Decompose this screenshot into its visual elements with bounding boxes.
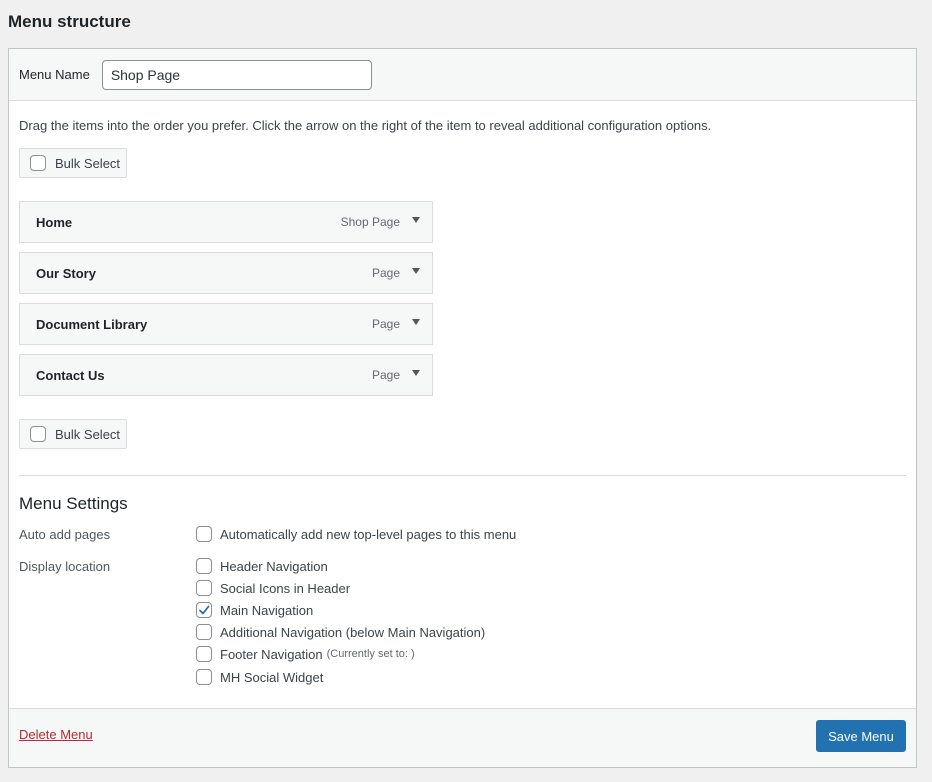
location-mh-social-widget[interactable]: MH Social Widget bbox=[196, 669, 323, 685]
location-note: (Currently set to: ) bbox=[326, 648, 415, 660]
location-main-navigation[interactable]: Main Navigation bbox=[196, 602, 313, 618]
expand-arrow-icon[interactable] bbox=[412, 319, 420, 325]
menu-item-type: Page bbox=[371, 317, 400, 331]
menu-item-type: Shop Page bbox=[340, 215, 400, 229]
checkmark-icon bbox=[199, 605, 210, 615]
menu-item-type: Page bbox=[371, 368, 400, 382]
menu-name-input[interactable] bbox=[101, 59, 372, 90]
menu-settings-title: Menu Settings bbox=[19, 494, 128, 513]
location-social-icons-header[interactable]: Social Icons in Header bbox=[196, 580, 350, 596]
location-label: MH Social Widget bbox=[220, 669, 324, 685]
delete-menu-link[interactable]: Delete Menu bbox=[19, 727, 93, 742]
auto-add-option[interactable]: Automatically add new top-level pages to… bbox=[196, 526, 516, 542]
display-location-label: Display location bbox=[19, 559, 111, 574]
bulk-select-checkbox[interactable] bbox=[30, 426, 46, 442]
location-checkbox[interactable] bbox=[196, 558, 212, 574]
auto-add-option-label: Automatically add new top-level pages to… bbox=[220, 526, 517, 542]
bulk-select-bottom[interactable]: Bulk Select bbox=[19, 419, 127, 449]
location-label: Footer Navigation bbox=[220, 646, 323, 662]
auto-add-checkbox[interactable] bbox=[196, 526, 212, 542]
menu-editor-panel: Menu Name Drag the items into the order … bbox=[8, 48, 917, 768]
menu-item-type: Page bbox=[371, 266, 400, 280]
location-checkbox[interactable] bbox=[196, 624, 212, 640]
menu-footer: Delete Menu Save Menu bbox=[9, 708, 916, 767]
drag-instructions: Drag the items into the order you prefer… bbox=[19, 118, 712, 133]
location-checkbox[interactable] bbox=[196, 646, 212, 662]
expand-arrow-icon[interactable] bbox=[412, 268, 420, 274]
location-checkbox[interactable] bbox=[196, 669, 212, 685]
location-checkbox-checked[interactable] bbox=[196, 602, 212, 618]
location-label: Main Navigation bbox=[220, 602, 314, 618]
menu-name-bar: Menu Name bbox=[9, 49, 916, 101]
menu-item-contact-us[interactable]: Contact Us Page bbox=[19, 354, 433, 396]
bulk-select-checkbox[interactable] bbox=[30, 155, 46, 171]
menu-item-document-library[interactable]: Document Library Page bbox=[19, 303, 433, 345]
expand-arrow-icon[interactable] bbox=[412, 370, 420, 376]
location-additional-navigation[interactable]: Additional Navigation (below Main Naviga… bbox=[196, 624, 485, 640]
menu-item-our-story[interactable]: Our Story Page bbox=[19, 252, 433, 294]
menu-item-title: Home bbox=[36, 214, 73, 230]
bulk-select-label: Bulk Select bbox=[55, 426, 121, 442]
location-footer-navigation[interactable]: Footer Navigation (Currently set to: ) bbox=[196, 646, 415, 662]
location-label: Social Icons in Header bbox=[220, 580, 351, 596]
save-menu-button[interactable]: Save Menu bbox=[816, 720, 906, 752]
expand-arrow-icon[interactable] bbox=[412, 217, 420, 223]
menu-item-title: Our Story bbox=[36, 265, 96, 281]
page-title: Menu structure bbox=[8, 12, 131, 31]
menu-item-title: Contact Us bbox=[36, 367, 105, 383]
location-header-navigation[interactable]: Header Navigation bbox=[196, 558, 328, 574]
auto-add-label: Auto add pages bbox=[19, 527, 111, 542]
section-divider bbox=[19, 475, 906, 476]
location-label: Additional Navigation (below Main Naviga… bbox=[220, 624, 486, 640]
bulk-select-label: Bulk Select bbox=[55, 155, 121, 171]
menu-item-home[interactable]: Home Shop Page bbox=[19, 201, 433, 243]
location-label: Header Navigation bbox=[220, 558, 328, 574]
menu-item-title: Document Library bbox=[36, 316, 148, 332]
bulk-select-top[interactable]: Bulk Select bbox=[19, 148, 127, 178]
menu-name-label: Menu Name bbox=[19, 67, 90, 82]
location-checkbox[interactable] bbox=[196, 580, 212, 596]
